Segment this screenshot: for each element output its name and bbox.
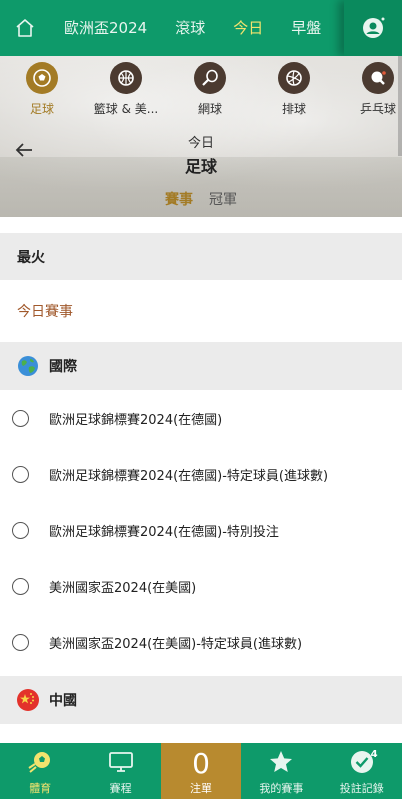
radio-button[interactable] bbox=[12, 465, 29, 483]
competition-item[interactable]: 歐洲足球錦標賽2024(在德國) bbox=[0, 390, 402, 446]
globe-icon bbox=[17, 355, 39, 377]
competition-name: 美洲國家盃2024(在美國)-特定球員(進球數) bbox=[49, 636, 303, 652]
tab-today[interactable]: 今日 bbox=[219, 0, 277, 56]
radio-button[interactable] bbox=[12, 521, 29, 539]
region-name: 中國 bbox=[49, 693, 77, 709]
tab-early[interactable]: 早盤 bbox=[277, 0, 335, 56]
sport-label: 乒乓球 bbox=[359, 102, 396, 116]
nav-label: 體育 bbox=[29, 782, 52, 795]
soccer-ball-icon bbox=[26, 62, 58, 94]
competition-name: 美洲國家盃2024(在美國) bbox=[49, 580, 197, 596]
sport-basketball[interactable]: 籃球 & 美... bbox=[84, 62, 168, 122]
sport-label: 排球 bbox=[281, 102, 306, 116]
table-tennis-icon bbox=[362, 62, 394, 94]
china-flag-icon bbox=[17, 689, 39, 711]
nav-bet-history[interactable]: 4 投註記錄 bbox=[322, 743, 402, 799]
today-matches-link[interactable]: 今日賽事 bbox=[0, 280, 402, 342]
page-subtitle: 今日 bbox=[187, 136, 214, 151]
competition-name: 歐洲足球錦標賽2024(在德國) bbox=[49, 412, 223, 428]
monitor-icon bbox=[108, 747, 134, 777]
tab-champion[interactable]: 冠軍 bbox=[209, 189, 237, 217]
bet-count: 0 bbox=[192, 747, 210, 780]
home-icon bbox=[16, 19, 34, 37]
sport-table-tennis[interactable]: 乒乓球 bbox=[336, 62, 402, 122]
region-international[interactable]: 國際 bbox=[0, 342, 402, 390]
main-content: 最火 今日賽事 國際 歐洲足球錦標賽2024(在德國) 歐洲足球錦標賽2024(… bbox=[0, 217, 402, 724]
tab-live[interactable]: 滾球 bbox=[161, 0, 219, 56]
nav-label: 賽程 bbox=[109, 782, 132, 795]
page-title-block: 今日 足球 bbox=[0, 132, 402, 177]
sport-soccer[interactable]: 足球 bbox=[0, 62, 84, 122]
sub-tabs: 賽事 冠軍 bbox=[0, 189, 402, 217]
sports-icon bbox=[26, 747, 54, 777]
basketball-icon bbox=[110, 62, 142, 94]
competition-item[interactable]: 歐洲足球錦標賽2024(在德國)-特定球員(進球數) bbox=[0, 446, 402, 502]
volleyball-icon bbox=[278, 62, 310, 94]
radio-button[interactable] bbox=[12, 633, 29, 651]
tab-matches[interactable]: 賽事 bbox=[165, 189, 193, 217]
nav-my-events[interactable]: 我的賽事 bbox=[241, 743, 321, 799]
region-name: 國際 bbox=[49, 359, 77, 375]
sport-label: 籃球 & 美... bbox=[93, 102, 159, 116]
sport-tennis[interactable]: 網球 bbox=[168, 62, 252, 122]
competition-name: 歐洲足球錦標賽2024(在德國)-特別投注 bbox=[49, 524, 279, 540]
sports-selector: 足球 籃球 & 美... 網球 排球 乒乓球 bbox=[0, 62, 402, 122]
tab-euro2024[interactable]: 歐洲盃2024 bbox=[50, 0, 161, 56]
sport-label: 網球 bbox=[197, 102, 222, 116]
region-china[interactable]: 中國 bbox=[0, 676, 402, 724]
profile-button[interactable] bbox=[344, 0, 402, 56]
radio-button[interactable] bbox=[12, 577, 29, 595]
bottom-nav: 體育 賽程 0 注單 我的賽事 4 投註記錄 bbox=[0, 743, 402, 799]
nav-label: 我的賽事 bbox=[259, 782, 304, 795]
nav-bet-slip[interactable]: 0 注單 bbox=[160, 743, 242, 799]
home-button[interactable] bbox=[0, 0, 50, 56]
radio-button[interactable] bbox=[12, 409, 29, 427]
star-icon bbox=[268, 747, 294, 777]
competition-item[interactable]: 美洲國家盃2024(在美國) bbox=[0, 558, 402, 614]
nav-schedule[interactable]: 賽程 bbox=[80, 743, 160, 799]
nav-label: 投註記錄 bbox=[339, 782, 384, 795]
sport-label: 足球 bbox=[29, 102, 54, 116]
section-hot: 最火 bbox=[0, 233, 402, 280]
tennis-icon bbox=[194, 62, 226, 94]
top-nav: 歐洲盃2024 滾球 今日 早盤 冠 bbox=[0, 0, 402, 56]
nav-sports[interactable]: 體育 bbox=[0, 743, 80, 799]
competition-item[interactable]: 歐洲足球錦標賽2024(在德國)-特別投注 bbox=[0, 502, 402, 558]
competition-name: 歐洲足球錦標賽2024(在德國)-特定球員(進球數) bbox=[49, 468, 329, 484]
sport-volleyball[interactable]: 排球 bbox=[252, 62, 336, 122]
competition-item[interactable]: 美洲國家盃2024(在美國)-特定球員(進球數) bbox=[0, 614, 402, 670]
page-title: 足球 bbox=[184, 157, 217, 176]
hero-banner: 足球 籃球 & 美... 網球 排球 乒乓球 今日 足球 賽事 冠軍 bbox=[0, 56, 402, 217]
notification-badge: 4 bbox=[370, 749, 378, 760]
nav-label: 注單 bbox=[189, 782, 212, 795]
user-icon bbox=[363, 17, 385, 38]
